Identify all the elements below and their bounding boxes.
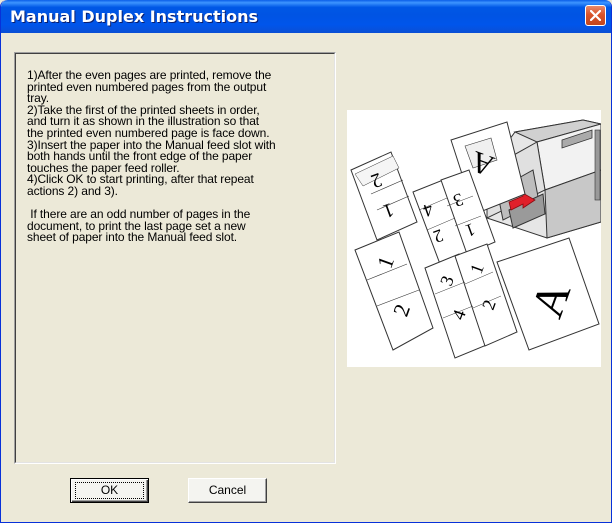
instructions-text: 1)After the even pages are printed, remo… <box>27 69 333 245</box>
dialog-window: Manual Duplex Instructions 1)After the e… <box>0 0 612 523</box>
instruction-line: printed even numbered pages from the out… <box>27 79 267 94</box>
instruction-line: actions 2) and 3). <box>27 183 118 198</box>
title-bar[interactable]: Manual Duplex Instructions <box>1 0 611 33</box>
ok-button-label: OK <box>100 483 119 497</box>
window-title: Manual Duplex Instructions <box>10 7 259 26</box>
page-stack-bottom-left: 1 2 <box>354 231 434 351</box>
cancel-button[interactable]: Cancel <box>188 478 267 503</box>
duplex-illustration: A 2 1 4 2 3 1 1 2 3 4 1 2 A <box>347 110 602 367</box>
close-button[interactable] <box>585 5 606 26</box>
page-stack-left: 2 1 <box>350 151 418 241</box>
duplex-illustration-graphic: A 2 1 4 2 3 1 1 2 3 4 1 2 A <box>350 119 602 359</box>
ok-button[interactable]: OK <box>70 478 149 503</box>
close-icon <box>590 10 601 21</box>
cancel-button-label: Cancel <box>208 483 247 497</box>
note-line: sheet of paper into the Manual feed slot… <box>27 230 238 245</box>
